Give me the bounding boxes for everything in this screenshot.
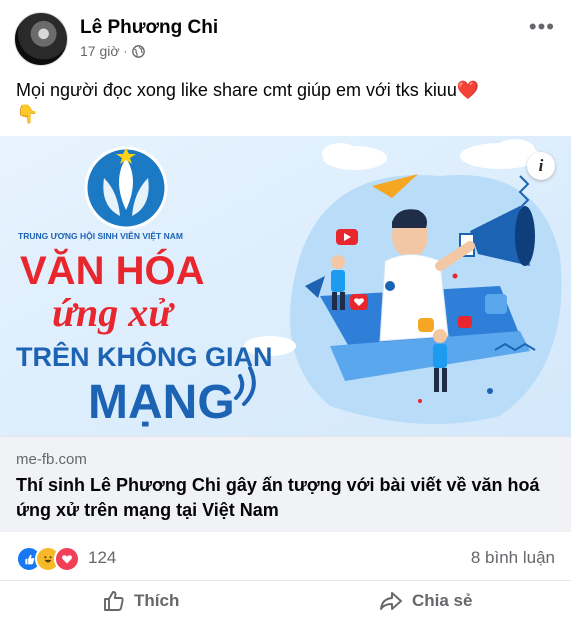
point-down-emoji: 👇	[16, 104, 39, 124]
link-preview-image[interactable]: TRUNG ƯƠNG HỘI SINH VIÊN VIỆT NAM VĂN HÓ…	[0, 136, 571, 436]
more-options-icon[interactable]: •••	[529, 16, 555, 38]
link-domain: me-fb.com	[16, 451, 87, 468]
meta-separator: ·	[123, 44, 128, 58]
author-name[interactable]: Lê Phương Chi	[80, 17, 218, 39]
post-meta: 17 giờ ·	[80, 43, 145, 59]
post-text: Mọi người đọc xong like share cmt giúp e…	[16, 78, 556, 126]
headline-line1: VĂN HÓA	[20, 247, 204, 293]
campaign-illustration: TRUNG ƯƠNG HỘI SINH VIÊN VIỆT NAM VĂN HÓ…	[0, 136, 571, 436]
heart-emoji: ❤️	[456, 80, 480, 100]
thumbs-up-icon	[104, 591, 124, 611]
link-info[interactable]: me-fb.com Thí sinh Lê Phương Chi gây ấn …	[0, 436, 571, 532]
post-header: Lê Phương Chi 17 giờ · •••	[0, 0, 571, 66]
org-name-text: TRUNG ƯƠNG HỘI SINH VIÊN VIỆT NAM	[18, 230, 183, 241]
info-icon[interactable]: i	[527, 152, 555, 180]
avatar[interactable]	[14, 12, 68, 66]
headline-line3: TRÊN KHÔNG GIAN	[16, 341, 273, 372]
post-body: Mọi người đọc xong like share cmt giúp e…	[16, 80, 457, 100]
reactions-bar: 124 8 bình luận	[0, 540, 571, 574]
like-bubble-icon	[485, 294, 507, 314]
link-preview-card[interactable]: TRUNG ƯƠNG HỘI SINH VIÊN VIỆT NAM VĂN HÓ…	[0, 136, 571, 532]
comment-count[interactable]: 8 bình luận	[471, 548, 555, 568]
chat-bubble-icon	[418, 318, 434, 332]
like-button[interactable]: Thích	[102, 589, 179, 613]
reaction-count[interactable]: 124	[88, 548, 116, 568]
headline-line4: MẠNG	[88, 376, 235, 429]
share-button[interactable]: Chia sẻ	[378, 589, 472, 613]
headline-line2: ứng xử	[52, 290, 175, 335]
globe-icon[interactable]	[131, 44, 145, 58]
student-union-logo	[84, 146, 168, 230]
like-label: Thích	[134, 591, 180, 610]
post-time[interactable]: 17 giờ	[80, 43, 120, 59]
love-icon	[54, 546, 80, 572]
share-label: Chia sẻ	[412, 591, 473, 610]
link-title[interactable]: Thí sinh Lê Phương Chi gây ấn tượng với …	[16, 473, 556, 523]
action-bar: Thích Chia sẻ	[0, 580, 571, 622]
reaction-icons[interactable]	[16, 546, 80, 572]
share-arrow-icon	[380, 592, 402, 610]
